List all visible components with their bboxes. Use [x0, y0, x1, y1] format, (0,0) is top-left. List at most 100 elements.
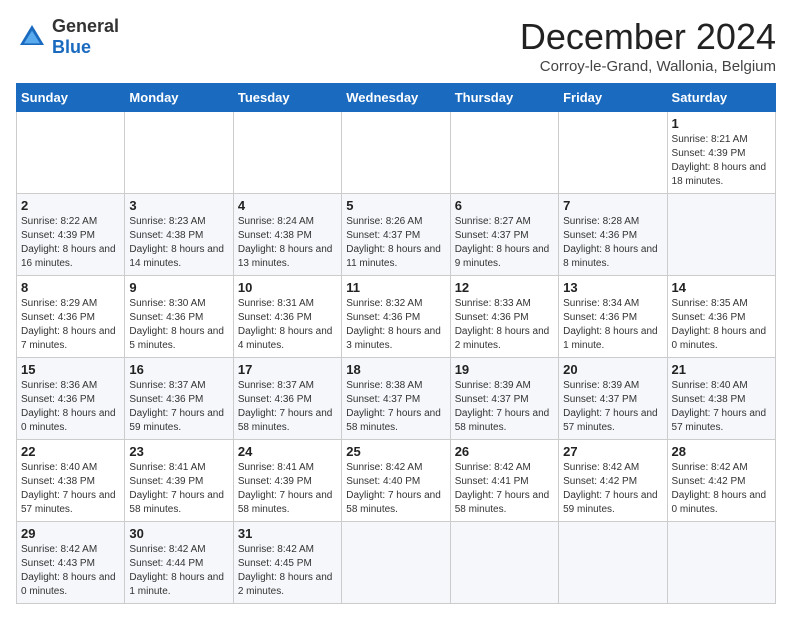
calendar-cell: 19 Sunrise: 8:39 AMSunset: 4:37 PMDayligh…	[450, 358, 558, 440]
day-info: Sunrise: 8:28 AMSunset: 4:36 PMDaylight:…	[563, 215, 662, 271]
day-number: 8	[21, 280, 120, 295]
header-day-wednesday: Wednesday	[342, 84, 450, 112]
calendar-cell: 1Sunrise: 8:21 AMSunset: 4:39 PMDaylight…	[667, 112, 775, 194]
calendar-cell: 22 Sunrise: 8:40 AMSunset: 4:38 PMDayligh…	[17, 440, 125, 522]
calendar-cell: 9Sunrise: 8:30 AMSunset: 4:36 PMDaylight…	[125, 276, 233, 358]
calendar-cell: 24 Sunrise: 8:41 AMSunset: 4:39 PMDayligh…	[233, 440, 341, 522]
week-row-5: 22 Sunrise: 8:40 AMSunset: 4:38 PMDayligh…	[17, 440, 776, 522]
calendar-cell	[125, 112, 233, 194]
day-number: 13	[563, 280, 662, 295]
day-info: Sunrise: 8:42 AMSunset: 4:44 PMDaylight:…	[129, 543, 228, 599]
header-day-friday: Friday	[559, 84, 667, 112]
day-info: Sunrise: 8:42 AMSunset: 4:41 PMDaylight:…	[455, 461, 554, 517]
day-number: 5	[346, 198, 445, 213]
header-day-monday: Monday	[125, 84, 233, 112]
day-number: 11	[346, 280, 445, 295]
page-header: General Blue December 2024 Corroy-le-Gra…	[16, 16, 776, 75]
logo: General Blue	[16, 16, 119, 58]
day-number: 24	[238, 444, 337, 459]
location-title: Corroy-le-Grand, Wallonia, Belgium	[520, 58, 776, 75]
day-number: 14	[672, 280, 771, 295]
header-day-saturday: Saturday	[667, 84, 775, 112]
calendar-cell	[342, 522, 450, 604]
day-number: 18	[346, 362, 445, 377]
day-info: Sunrise: 8:41 AMSunset: 4:39 PMDaylight:…	[238, 461, 337, 517]
day-info: Sunrise: 8:22 AMSunset: 4:39 PMDaylight:…	[21, 215, 120, 271]
calendar-cell: 21 Sunrise: 8:40 AMSunset: 4:38 PMDayligh…	[667, 358, 775, 440]
day-info: Sunrise: 8:33 AMSunset: 4:36 PMDaylight:…	[455, 297, 554, 353]
day-info: Sunrise: 8:32 AMSunset: 4:36 PMDaylight:…	[346, 297, 445, 353]
header-day-sunday: Sunday	[17, 84, 125, 112]
day-number: 1	[672, 116, 771, 131]
calendar-cell: 30Sunrise: 8:42 AMSunset: 4:44 PMDayligh…	[125, 522, 233, 604]
calendar-cell	[667, 194, 775, 276]
calendar-cell: 7 Sunrise: 8:28 AMSunset: 4:36 PMDaylight…	[559, 194, 667, 276]
day-number: 26	[455, 444, 554, 459]
header-row: SundayMondayTuesdayWednesdayThursdayFrid…	[17, 84, 776, 112]
calendar-cell	[450, 522, 558, 604]
day-info: Sunrise: 8:42 AMSunset: 4:42 PMDaylight:…	[563, 461, 662, 517]
calendar-cell	[559, 112, 667, 194]
calendar-cell	[667, 522, 775, 604]
day-number: 2	[21, 198, 120, 213]
week-row-2: 2 Sunrise: 8:22 AMSunset: 4:39 PMDaylight…	[17, 194, 776, 276]
day-number: 22	[21, 444, 120, 459]
calendar-cell	[233, 112, 341, 194]
calendar-cell: 31Sunrise: 8:42 AMSunset: 4:45 PMDayligh…	[233, 522, 341, 604]
day-number: 20	[563, 362, 662, 377]
calendar-cell: 3Sunrise: 8:23 AMSunset: 4:38 PMDaylight…	[125, 194, 233, 276]
month-title: December 2024	[520, 16, 776, 58]
day-info: Sunrise: 8:36 AMSunset: 4:36 PMDaylight:…	[21, 379, 120, 435]
calendar-cell: 10Sunrise: 8:31 AMSunset: 4:36 PMDayligh…	[233, 276, 341, 358]
calendar-cell: 17Sunrise: 8:37 AMSunset: 4:36 PMDayligh…	[233, 358, 341, 440]
day-number: 29	[21, 526, 120, 541]
day-info: Sunrise: 8:24 AMSunset: 4:38 PMDaylight:…	[238, 215, 337, 271]
week-row-1: 1Sunrise: 8:21 AMSunset: 4:39 PMDaylight…	[17, 112, 776, 194]
day-info: Sunrise: 8:39 AMSunset: 4:37 PMDaylight:…	[455, 379, 554, 435]
calendar-header: SundayMondayTuesdayWednesdayThursdayFrid…	[17, 84, 776, 112]
day-number: 21	[672, 362, 771, 377]
day-number: 25	[346, 444, 445, 459]
calendar-cell: 2 Sunrise: 8:22 AMSunset: 4:39 PMDaylight…	[17, 194, 125, 276]
day-info: Sunrise: 8:38 AMSunset: 4:37 PMDaylight:…	[346, 379, 445, 435]
day-info: Sunrise: 8:39 AMSunset: 4:37 PMDaylight:…	[563, 379, 662, 435]
day-info: Sunrise: 8:27 AMSunset: 4:37 PMDaylight:…	[455, 215, 554, 271]
calendar-cell	[559, 522, 667, 604]
day-number: 9	[129, 280, 228, 295]
calendar-cell: 4 Sunrise: 8:24 AMSunset: 4:38 PMDaylight…	[233, 194, 341, 276]
day-number: 31	[238, 526, 337, 541]
day-number: 27	[563, 444, 662, 459]
day-info: Sunrise: 8:41 AMSunset: 4:39 PMDaylight:…	[129, 461, 228, 517]
calendar-cell: 23 Sunrise: 8:41 AMSunset: 4:39 PMDayligh…	[125, 440, 233, 522]
calendar-cell: 25Sunrise: 8:42 AMSunset: 4:40 PMDayligh…	[342, 440, 450, 522]
day-info: Sunrise: 8:42 AMSunset: 4:43 PMDaylight:…	[21, 543, 120, 599]
header-day-tuesday: Tuesday	[233, 84, 341, 112]
calendar-cell: 18 Sunrise: 8:38 AMSunset: 4:37 PMDayligh…	[342, 358, 450, 440]
calendar-cell: 11 Sunrise: 8:32 AMSunset: 4:36 PMDayligh…	[342, 276, 450, 358]
day-number: 3	[129, 198, 228, 213]
day-info: Sunrise: 8:26 AMSunset: 4:37 PMDaylight:…	[346, 215, 445, 271]
day-info: Sunrise: 8:42 AMSunset: 4:42 PMDaylight:…	[672, 461, 771, 517]
calendar-cell: 5 Sunrise: 8:26 AMSunset: 4:37 PMDaylight…	[342, 194, 450, 276]
calendar-cell	[450, 112, 558, 194]
calendar-cell: 6 Sunrise: 8:27 AMSunset: 4:37 PMDaylight…	[450, 194, 558, 276]
day-number: 10	[238, 280, 337, 295]
day-number: 15	[21, 362, 120, 377]
day-info: Sunrise: 8:40 AMSunset: 4:38 PMDaylight:…	[21, 461, 120, 517]
logo-blue: Blue	[52, 37, 91, 57]
day-number: 17	[238, 362, 337, 377]
day-number: 19	[455, 362, 554, 377]
week-row-4: 15 Sunrise: 8:36 AMSunset: 4:36 PMDayligh…	[17, 358, 776, 440]
header-day-thursday: Thursday	[450, 84, 558, 112]
day-number: 7	[563, 198, 662, 213]
day-number: 6	[455, 198, 554, 213]
day-number: 4	[238, 198, 337, 213]
day-info: Sunrise: 8:40 AMSunset: 4:38 PMDaylight:…	[672, 379, 771, 435]
calendar-cell: 12Sunrise: 8:33 AMSunset: 4:36 PMDayligh…	[450, 276, 558, 358]
calendar-cell: 8 Sunrise: 8:29 AMSunset: 4:36 PMDaylight…	[17, 276, 125, 358]
calendar-cell: 14Sunrise: 8:35 AMSunset: 4:36 PMDayligh…	[667, 276, 775, 358]
logo-general: General	[52, 16, 119, 36]
day-number: 23	[129, 444, 228, 459]
day-info: Sunrise: 8:29 AMSunset: 4:36 PMDaylight:…	[21, 297, 120, 353]
logo-icon	[16, 21, 48, 53]
